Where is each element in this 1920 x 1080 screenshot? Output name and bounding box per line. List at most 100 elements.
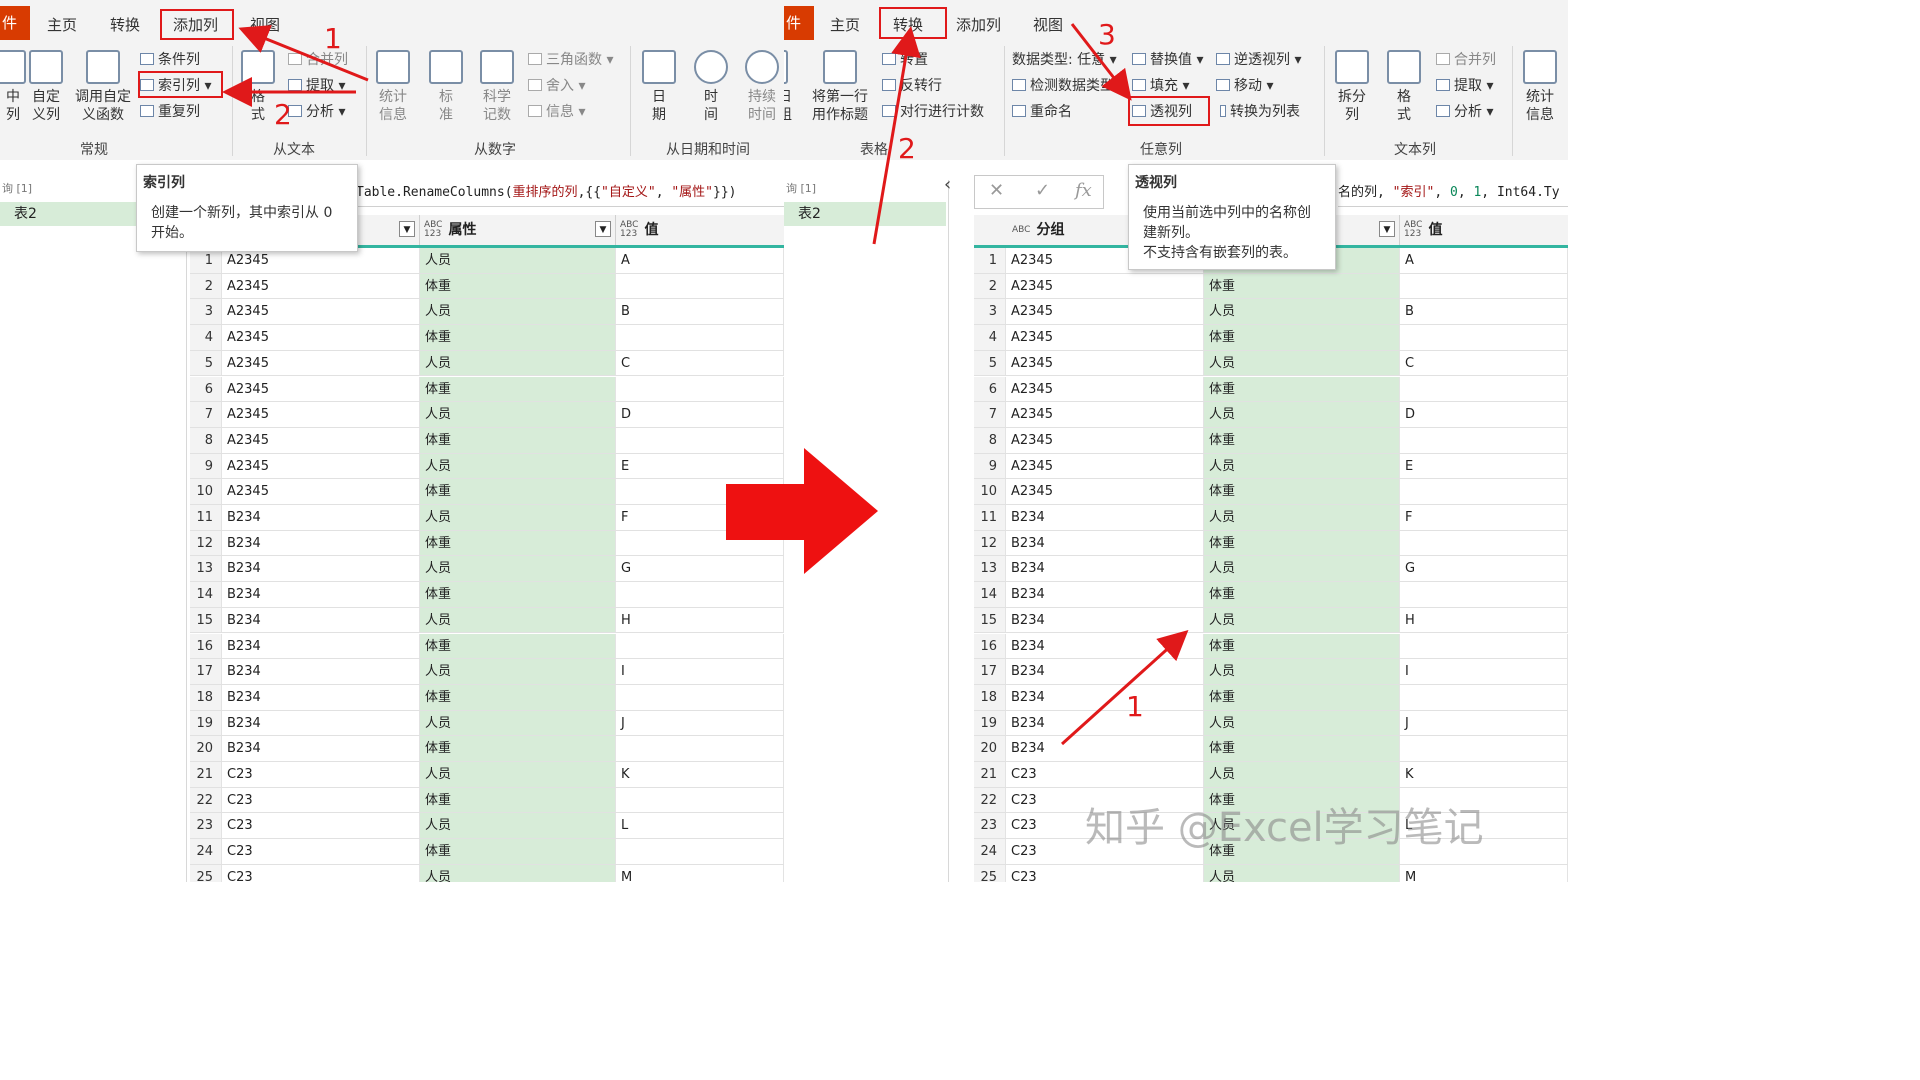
row-number[interactable]: 22 (190, 787, 222, 813)
cell-group[interactable]: B234 (1006, 659, 1204, 684)
cell-attribute[interactable]: 体重 (1204, 376, 1400, 402)
row-number[interactable]: 25 (974, 864, 1006, 882)
cell-value[interactable]: E (1400, 453, 1568, 479)
row-number[interactable]: 12 (190, 530, 222, 556)
row-number[interactable]: 3 (974, 299, 1006, 325)
cell-value[interactable] (1400, 736, 1568, 761)
table-row[interactable]: 14 B234 体重 (190, 582, 784, 608)
row-number[interactable]: 8 (190, 427, 222, 453)
row-number[interactable]: 23 (974, 813, 1006, 839)
duration-button[interactable]: 持续 时间 (740, 50, 784, 124)
row-number[interactable]: 11 (974, 505, 1006, 530)
cell-attribute[interactable]: 人员 (420, 607, 616, 633)
reverse-rows-button[interactable]: 反转行 (882, 75, 942, 95)
cell-attribute[interactable]: 人员 (420, 813, 616, 839)
row-number[interactable]: 7 (190, 402, 222, 427)
table-row[interactable]: 2 A2345 体重 (190, 273, 784, 300)
cell-attribute[interactable]: 体重 (1204, 530, 1400, 556)
cell-attribute[interactable]: 体重 (420, 582, 616, 607)
cell-value[interactable] (616, 273, 784, 299)
cell-value[interactable] (616, 325, 784, 350)
cell-value[interactable]: F (1400, 505, 1568, 530)
row-number[interactable]: 24 (190, 839, 222, 864)
cell-attribute[interactable]: 人员 (1204, 762, 1400, 787)
table-row[interactable]: 20 B234 体重 (974, 736, 1568, 762)
collapse-pane-icon[interactable]: ‹ (944, 174, 951, 195)
cell-group[interactable]: C23 (222, 839, 420, 864)
cell-value[interactable] (616, 787, 784, 813)
cell-group[interactable]: B234 (1006, 633, 1204, 659)
cell-group[interactable]: B234 (1006, 710, 1204, 736)
row-number[interactable]: 12 (974, 530, 1006, 556)
standard-button[interactable]: 标 准 (424, 50, 468, 124)
merge-columns-button[interactable]: 合并列 (1436, 49, 1496, 69)
table-row[interactable]: 9 A2345 人员 E (190, 453, 784, 480)
cell-group[interactable]: B234 (222, 556, 420, 582)
cell-value[interactable]: M (616, 864, 784, 882)
row-number[interactable]: 17 (190, 659, 222, 684)
cell-value[interactable]: H (616, 607, 784, 633)
cell-value[interactable] (616, 582, 784, 607)
table-row[interactable]: 24 C23 体重 (190, 839, 784, 865)
cell-attribute[interactable]: 人员 (420, 710, 616, 736)
cell-group[interactable]: C23 (222, 762, 420, 787)
transpose-button[interactable]: 转置 (882, 49, 928, 69)
row-number[interactable]: 3 (190, 299, 222, 325)
cell-group[interactable]: A2345 (1006, 350, 1204, 376)
table-row[interactable]: 5 A2345 人员 C (974, 350, 1568, 377)
group-by-button[interactable]: 日 组 (784, 50, 798, 124)
row-number[interactable]: 2 (190, 273, 222, 299)
cell-value[interactable] (616, 839, 784, 864)
cell-attribute[interactable]: 体重 (1204, 582, 1400, 607)
tab-file[interactable]: 件 (784, 6, 814, 40)
cell-value[interactable] (616, 633, 784, 659)
cell-attribute[interactable]: 人员 (420, 402, 616, 427)
table-row[interactable]: 10 A2345 体重 (190, 479, 784, 505)
cell-attribute[interactable]: 体重 (1204, 479, 1400, 504)
cell-value[interactable]: F (616, 505, 784, 530)
table-row[interactable]: 11 B234 人员 F (190, 505, 784, 531)
tab-add-column[interactable]: 添加列 (956, 14, 1001, 35)
cell-group[interactable]: A2345 (222, 299, 420, 325)
table-row[interactable]: 4 A2345 体重 (974, 325, 1568, 351)
table-row[interactable]: 16 B234 体重 (974, 633, 1568, 660)
row-number[interactable]: 23 (190, 813, 222, 839)
cell-group[interactable]: C23 (222, 813, 420, 839)
cell-value[interactable] (1400, 633, 1568, 659)
format-button[interactable]: 格 式 (1382, 50, 1426, 124)
cell-group[interactable]: A2345 (222, 453, 420, 479)
table-row[interactable]: 6 A2345 体重 (190, 376, 784, 403)
cell-value[interactable] (1400, 582, 1568, 607)
table-row[interactable]: 7 A2345 人员 D (974, 402, 1568, 428)
scientific-button[interactable]: 科学 记数 (474, 50, 520, 124)
row-number[interactable]: 18 (190, 684, 222, 710)
cell-value[interactable]: J (1400, 710, 1568, 736)
cell-attribute[interactable]: 体重 (420, 633, 616, 659)
information-button[interactable]: 信息 ▾ (528, 101, 585, 121)
cell-attribute[interactable]: 体重 (1204, 736, 1400, 761)
table-row[interactable]: 13 B234 人员 G (190, 556, 784, 583)
cell-group[interactable]: B234 (1006, 684, 1204, 710)
cell-value[interactable] (616, 736, 784, 761)
column-header-value[interactable]: ABC 123 值 (616, 215, 784, 245)
cell-attribute[interactable]: 人员 (420, 762, 616, 787)
cell-attribute[interactable]: 人员 (420, 350, 616, 376)
row-number[interactable]: 8 (974, 427, 1006, 453)
cell-value[interactable]: I (616, 659, 784, 684)
cell-group[interactable]: A2345 (1006, 299, 1204, 325)
table-row[interactable]: 3 A2345 人员 B (974, 299, 1568, 326)
row-number[interactable]: 4 (974, 325, 1006, 350)
cell-attribute[interactable]: 体重 (1204, 325, 1400, 350)
cell-value[interactable]: D (1400, 402, 1568, 427)
cell-attribute[interactable]: 体重 (420, 736, 616, 761)
table-row[interactable]: 3 A2345 人员 B (190, 299, 784, 326)
cell-attribute[interactable]: 人员 (420, 864, 616, 882)
row-number[interactable]: 21 (190, 762, 222, 787)
cell-group[interactable]: A2345 (222, 427, 420, 453)
row-number[interactable]: 25 (190, 864, 222, 882)
cell-value[interactable]: M (1400, 864, 1568, 882)
cell-attribute[interactable]: 体重 (420, 427, 616, 453)
row-number[interactable]: 10 (974, 479, 1006, 504)
cell-attribute[interactable]: 人员 (1204, 402, 1400, 427)
row-number[interactable]: 15 (190, 607, 222, 633)
